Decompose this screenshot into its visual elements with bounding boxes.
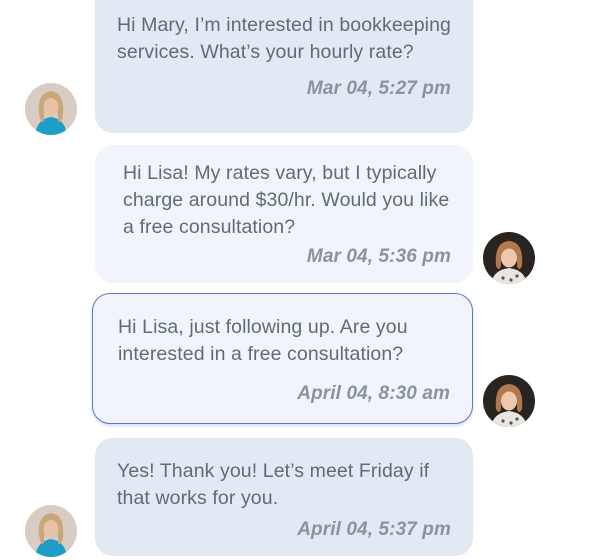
message-text: Hi Mary, I’m interested in bookkeeping s… xyxy=(117,14,452,63)
message-text: Yes! Thank you! Let’s meet Friday if tha… xyxy=(117,460,430,509)
avatar-mary[interactable] xyxy=(483,375,535,427)
chat-thread: Hi Mary, I’m interested in bookkeeping s… xyxy=(0,0,590,560)
message-bubble-outgoing[interactable]: Hi Lisa! My rates vary, but I typically … xyxy=(95,145,473,283)
message-text: Hi Lisa! My rates vary, but I typically … xyxy=(123,162,450,238)
message-bubble-outgoing-selected[interactable]: Hi Lisa, just following up. Are you inte… xyxy=(92,293,473,424)
avatar-lisa[interactable] xyxy=(25,83,77,135)
message-text: Hi Lisa, just following up. Are you inte… xyxy=(118,316,408,365)
avatar-lisa[interactable] xyxy=(25,505,77,557)
message-timestamp: Mar 04, 5:27 pm xyxy=(306,78,451,99)
message-timestamp: April 04, 5:37 pm xyxy=(297,519,451,540)
message-timestamp: April 04, 8:30 am xyxy=(297,383,450,404)
avatar-mary[interactable] xyxy=(483,232,535,284)
message-bubble-incoming[interactable]: Yes! Thank you! Let’s meet Friday if tha… xyxy=(95,438,473,556)
message-bubble-incoming[interactable]: Hi Mary, I’m interested in bookkeeping s… xyxy=(95,0,473,133)
message-timestamp: Mar 04, 5:36 pm xyxy=(306,246,451,267)
